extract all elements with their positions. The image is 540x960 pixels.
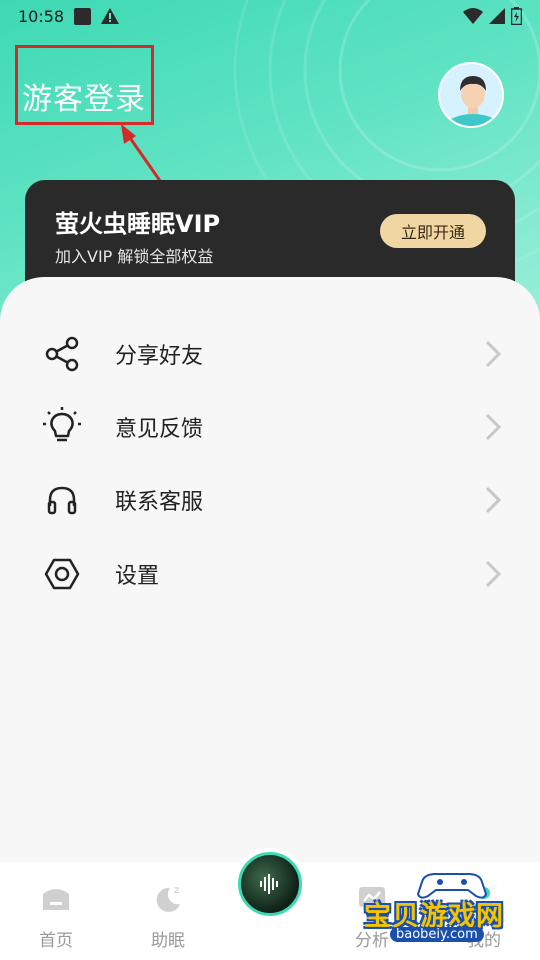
- battery-icon: [511, 7, 522, 25]
- share-icon: [45, 336, 79, 372]
- menu-item-share[interactable]: 分享好友: [0, 317, 540, 391]
- watermark-url: baobeiy.com: [390, 927, 484, 942]
- square-notification-icon: [74, 7, 92, 25]
- menu-item-support[interactable]: 联系客服: [0, 463, 540, 537]
- avatar[interactable]: [438, 62, 504, 128]
- status-time: 10:58: [18, 6, 65, 26]
- sound-disc-icon: [238, 852, 302, 916]
- chevron-right-icon: [485, 486, 502, 514]
- chevron-right-icon: [485, 413, 502, 441]
- menu-panel: 分享好友 意见反馈 联系客服 设置: [0, 277, 540, 897]
- signal-icon: [489, 8, 505, 24]
- lightbulb-icon: [43, 407, 81, 442]
- nav-item-home[interactable]: 首页: [11, 862, 101, 960]
- vip-subscribe-button[interactable]: 立即开通: [380, 214, 486, 248]
- chevron-right-icon: [485, 560, 502, 588]
- warning-icon: [101, 8, 120, 24]
- menu-item-label: 设置: [115, 564, 160, 589]
- headphones-icon: [47, 486, 77, 515]
- watermark-logo: 宝贝游戏网 baobeiy.com: [362, 870, 537, 955]
- sound-wave-icon: [260, 874, 278, 894]
- nav-label: 助眠: [151, 931, 185, 951]
- menu-item-label: 意见反馈: [115, 417, 204, 442]
- menu-item-settings[interactable]: 设置: [0, 537, 540, 611]
- annotation-highlight-box: [15, 45, 154, 125]
- chevron-right-icon: [485, 340, 502, 368]
- status-bar: 10:58: [0, 0, 540, 32]
- menu-item-feedback[interactable]: 意见反馈: [0, 390, 540, 464]
- wifi-icon: [463, 8, 483, 24]
- nav-item-sleep-aid[interactable]: z 助眠: [123, 862, 213, 960]
- settings-hexagon-icon: [44, 558, 80, 590]
- nav-label: 首页: [39, 931, 73, 951]
- home-icon: [43, 889, 69, 910]
- menu-item-label: 分享好友: [115, 344, 204, 369]
- menu-item-label: 联系客服: [115, 490, 204, 515]
- moon-zz-icon: z: [156, 885, 180, 912]
- svg-text:z: z: [174, 885, 179, 896]
- center-play-button[interactable]: [234, 848, 306, 920]
